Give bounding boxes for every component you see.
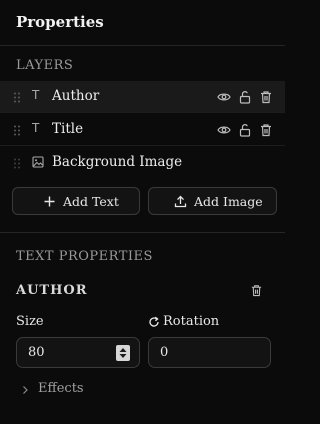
layer-name: Author [52, 88, 100, 104]
drag-handle-icon[interactable] [13, 92, 21, 103]
eye-icon[interactable] [217, 123, 231, 137]
layer-actions [217, 123, 273, 137]
effects-toggle[interactable]: Effects [18, 380, 138, 400]
effects-label: Effects [38, 381, 84, 396]
drag-handle-icon[interactable] [13, 125, 21, 136]
add-image-label: Add Image [194, 194, 263, 209]
drag-handle-icon[interactable] [13, 158, 21, 169]
image-type-icon [32, 156, 44, 168]
trash-icon[interactable] [259, 90, 273, 104]
delete-layer-trash-icon[interactable] [250, 284, 263, 297]
rotate-icon [149, 316, 159, 327]
layer-row-author[interactable]: T Author [0, 81, 285, 113]
size-value: 80 [28, 345, 45, 360]
selected-layer-title: AUTHOR [16, 283, 88, 298]
properties-panel: Properties LAYERS T Author T Title Backg… [0, 0, 285, 424]
eye-icon[interactable] [217, 90, 231, 104]
panel-title: Properties [16, 13, 104, 31]
section-divider [0, 232, 285, 233]
upload-icon [174, 195, 187, 208]
text-properties-section-label: TEXT PROPERTIES [16, 249, 153, 264]
layer-row-title[interactable]: T Title [0, 114, 285, 146]
rotation-label: Rotation [163, 314, 220, 329]
layer-actions [217, 90, 273, 104]
size-input[interactable]: 80 [16, 337, 140, 368]
layer-name: Title [52, 121, 84, 137]
unlock-icon[interactable] [238, 90, 252, 104]
size-label: Size [16, 314, 44, 329]
rotation-value: 0 [160, 345, 169, 360]
add-text-label: Add Text [63, 194, 119, 209]
add-image-button[interactable]: Add Image [148, 187, 277, 215]
unlock-icon[interactable] [238, 123, 252, 137]
layer-row-background-image[interactable]: Background Image [0, 147, 285, 179]
layers-section-label: LAYERS [16, 58, 74, 73]
layer-name: Background Image [52, 154, 183, 170]
chevron-right-icon [23, 386, 28, 394]
trash-icon[interactable] [259, 123, 273, 137]
text-type-icon: T [32, 88, 40, 102]
panel-header: Properties [0, 0, 285, 46]
add-text-button[interactable]: Add Text [12, 187, 140, 215]
number-stepper-icon[interactable] [116, 345, 130, 361]
plus-icon [44, 196, 55, 207]
rotation-input[interactable]: 0 [148, 337, 271, 368]
text-type-icon: T [32, 121, 40, 135]
